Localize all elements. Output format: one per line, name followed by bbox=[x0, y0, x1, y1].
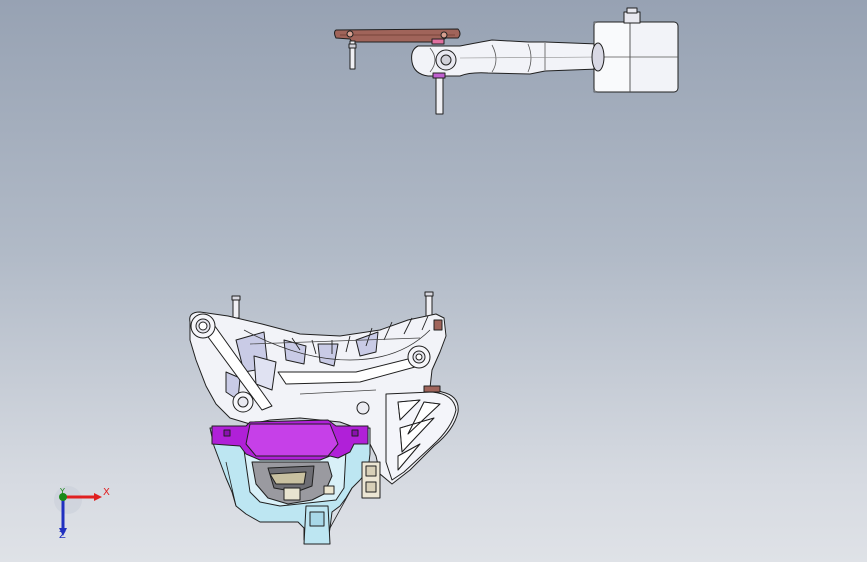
pin-lower bbox=[435, 77, 444, 115]
axis-y-label: Y bbox=[60, 487, 65, 496]
assembly-model[interactable] bbox=[0, 0, 867, 562]
side-flange bbox=[385, 391, 457, 481]
cad-viewport[interactable]: X Y Z bbox=[0, 0, 867, 562]
axis-x-label: X bbox=[103, 487, 110, 498]
coordinate-triad: X Y Z bbox=[48, 484, 118, 544]
axis-z-label: Z bbox=[59, 530, 66, 541]
engine-mount-assembly[interactable] bbox=[189, 291, 459, 545]
torque-rod-assembly[interactable] bbox=[334, 7, 679, 115]
bushing-nut bbox=[623, 11, 641, 24]
